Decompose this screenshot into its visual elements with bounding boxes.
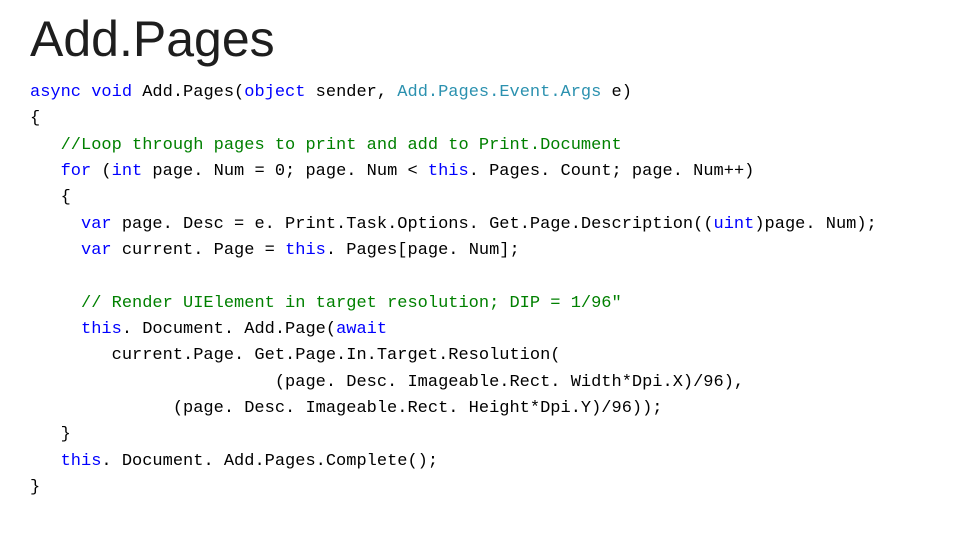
line-12: (page. Desc. Imageable.Rect. Width*Dpi.X… bbox=[30, 373, 744, 392]
line-2: { bbox=[30, 109, 40, 128]
keyword-void: void bbox=[91, 83, 132, 102]
line-1: async void Add.Pages(object sender, Add.… bbox=[30, 83, 632, 102]
keyword-int: int bbox=[112, 162, 143, 181]
line-4: for (int page. Num = 0; page. Num < this… bbox=[30, 162, 754, 181]
keyword-var: var bbox=[81, 241, 112, 260]
keyword-this: this bbox=[285, 241, 326, 260]
line-16: } bbox=[30, 478, 40, 497]
line-14: } bbox=[30, 425, 71, 444]
keyword-this: this bbox=[61, 452, 102, 471]
keyword-this: this bbox=[81, 320, 122, 339]
comment: // Render UIElement in target resolution… bbox=[81, 294, 622, 313]
keyword-await: await bbox=[336, 320, 387, 339]
line-11: current.Page. Get.Page.In.Target.Resolut… bbox=[30, 346, 561, 365]
keyword-for: for bbox=[61, 162, 92, 181]
type-eventargs: Add.Pages.Event.Args bbox=[397, 83, 601, 102]
comment: //Loop through pages to print and add to… bbox=[61, 136, 622, 155]
line-10: this. Document. Add.Page(await bbox=[30, 320, 387, 339]
slide: Add.Pages async void Add.Pages(object se… bbox=[0, 0, 960, 502]
line-15: this. Document. Add.Pages.Complete(); bbox=[30, 452, 438, 471]
line-7: var current. Page = this. Pages[page. Nu… bbox=[30, 241, 520, 260]
keyword-this: this bbox=[428, 162, 469, 181]
line-3: //Loop through pages to print and add to… bbox=[30, 136, 622, 155]
line-6: var page. Desc = e. Print.Task.Options. … bbox=[30, 215, 877, 234]
line-13: (page. Desc. Imageable.Rect. Height*Dpi.… bbox=[30, 399, 663, 418]
line-9: // Render UIElement in target resolution… bbox=[30, 294, 622, 313]
keyword-async: async bbox=[30, 83, 81, 102]
slide-title: Add.Pages bbox=[30, 10, 930, 68]
code-block: async void Add.Pages(object sender, Add.… bbox=[30, 80, 930, 502]
line-5: { bbox=[30, 188, 71, 207]
keyword-object: object bbox=[244, 83, 305, 102]
keyword-var: var bbox=[81, 215, 112, 234]
keyword-uint: uint bbox=[714, 215, 755, 234]
